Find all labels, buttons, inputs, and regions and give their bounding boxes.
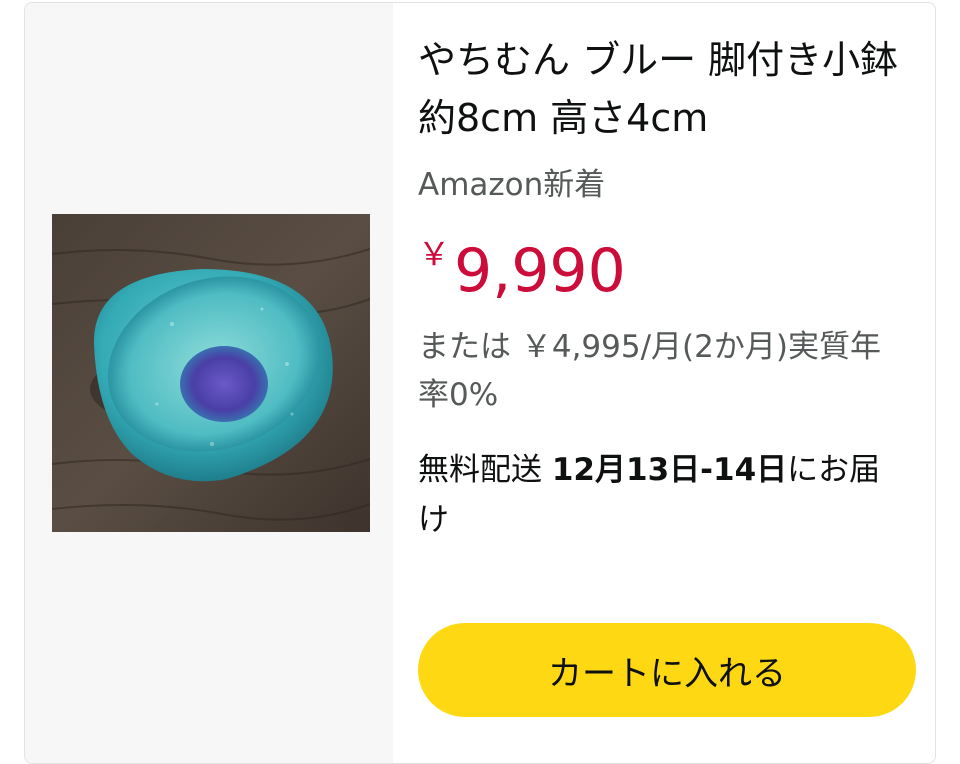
price-amount: 9,990 xyxy=(454,236,626,306)
add-to-cart-button[interactable]: カートに入れる xyxy=(418,623,916,717)
product-image-pane xyxy=(25,3,393,763)
installment-info: または ￥4,995/月(2か月)実質年率0% xyxy=(418,329,881,413)
delivery-prefix: 無料配送 xyxy=(418,452,552,488)
product-price: ￥9,990 xyxy=(418,229,626,311)
delivery-info: 無料配送 12月13日-14日にお届け xyxy=(418,445,908,545)
product-card[interactable]: やちむん ブルー 脚付き小鉢 約8cm 高さ4cm Amazon新着 ￥9,99… xyxy=(24,2,936,764)
product-title[interactable]: やちむん ブルー 脚付き小鉢 約8cm 高さ4cm xyxy=(418,31,918,147)
currency-symbol: ￥ xyxy=(418,235,451,273)
delivery-dates: 12月13日-14日 xyxy=(551,452,788,488)
seller-label: Amazon新着 xyxy=(418,167,606,203)
product-photo[interactable] xyxy=(52,214,370,532)
